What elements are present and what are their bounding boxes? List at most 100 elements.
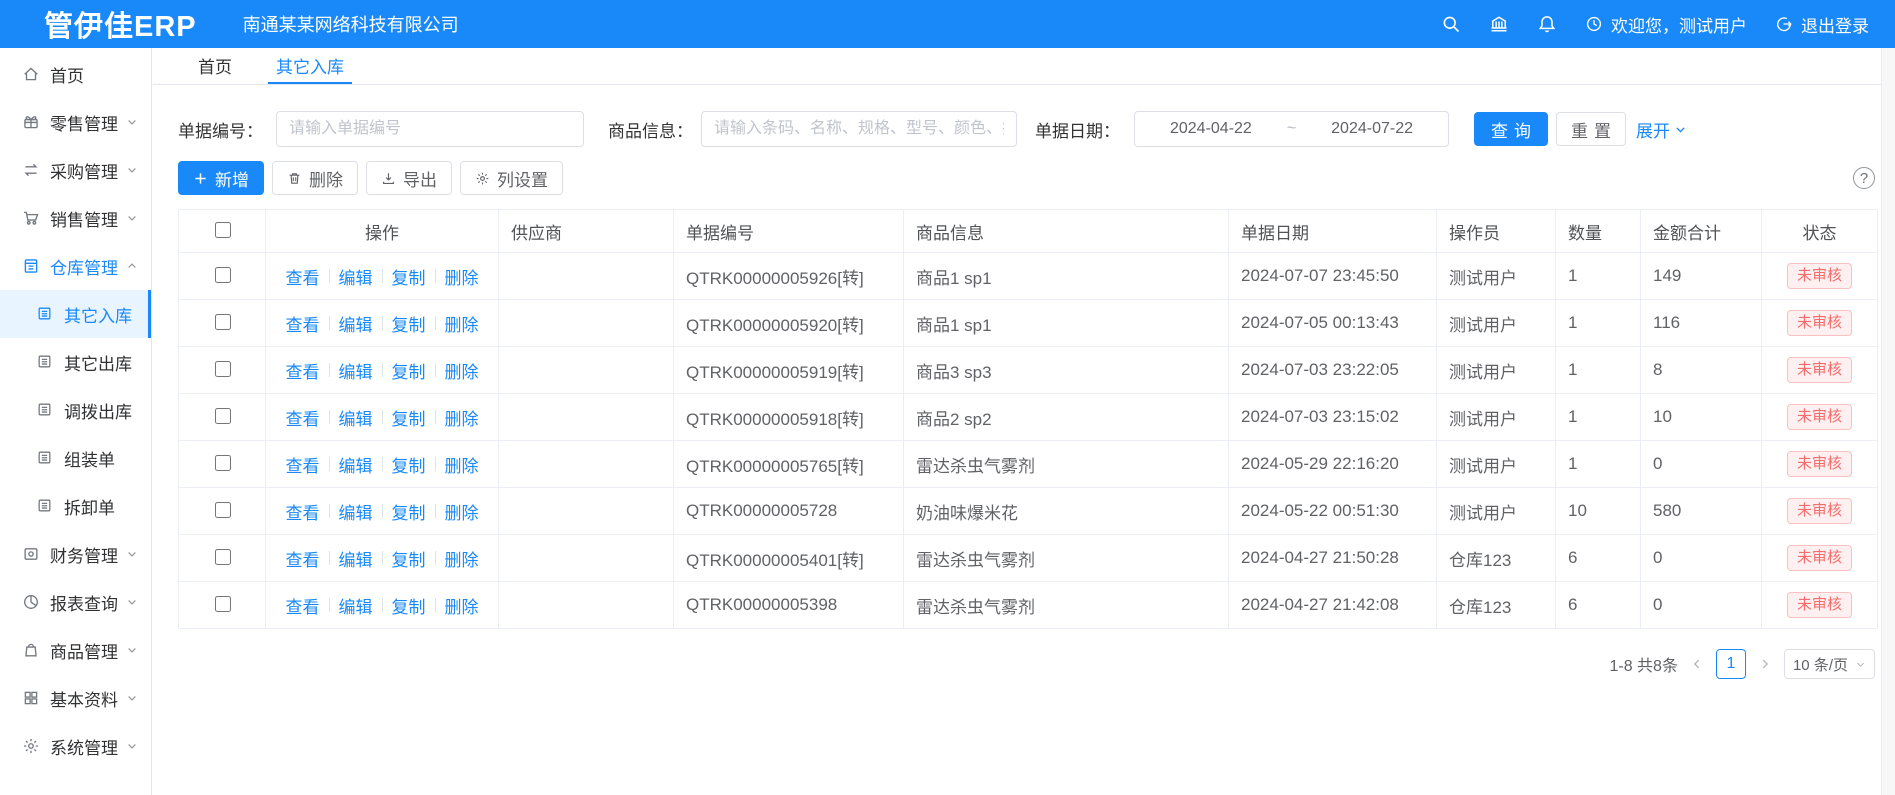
- welcome-user[interactable]: 欢迎您，测试用户: [1585, 12, 1747, 37]
- copy-link[interactable]: 复制: [392, 358, 426, 383]
- reset-button[interactable]: 重置: [1556, 112, 1626, 146]
- search-button[interactable]: 查询: [1474, 112, 1548, 146]
- view-link[interactable]: 查看: [286, 405, 320, 430]
- edit-link[interactable]: 编辑: [339, 546, 373, 571]
- view-link[interactable]: 查看: [286, 499, 320, 524]
- table-row: 查看编辑复制删除 QTRK00000005926[转] 商品1 sp1 2024…: [179, 253, 1878, 300]
- delete-link[interactable]: 删除: [445, 405, 479, 430]
- copy-link[interactable]: 复制: [392, 311, 426, 336]
- date-to[interactable]: 2024-07-22: [1331, 120, 1413, 138]
- view-link[interactable]: 查看: [286, 452, 320, 477]
- delete-link[interactable]: 删除: [445, 593, 479, 618]
- tab-other-inbound[interactable]: 其它入库: [268, 48, 352, 84]
- help-icon[interactable]: ?: [1853, 167, 1875, 189]
- row-checkbox[interactable]: [215, 314, 231, 330]
- row-checkbox[interactable]: [215, 596, 231, 612]
- sidebar-item-transfer-outbound[interactable]: 调拨出库: [0, 386, 151, 434]
- cell-order-no: QTRK00000005919[转]: [674, 347, 904, 394]
- date-from[interactable]: 2024-04-22: [1170, 120, 1252, 138]
- delete-button[interactable]: 删除: [272, 161, 358, 195]
- prev-page-icon[interactable]: [1690, 657, 1704, 671]
- col-header-product: 商品信息: [904, 210, 1229, 253]
- row-checkbox[interactable]: [215, 549, 231, 565]
- search-icon[interactable]: [1441, 14, 1461, 34]
- sidebar-item-assembly[interactable]: 组装单: [0, 434, 151, 482]
- select-all-checkbox[interactable]: [215, 222, 231, 238]
- edit-link[interactable]: 编辑: [339, 593, 373, 618]
- copy-link[interactable]: 复制: [392, 593, 426, 618]
- cell-product: 商品2 sp2: [904, 394, 1229, 441]
- edit-link[interactable]: 编辑: [339, 499, 373, 524]
- sidebar-item-label: 基本资料: [50, 686, 118, 711]
- sidebar-item-sales[interactable]: 销售管理: [0, 194, 151, 242]
- export-button[interactable]: 导出: [366, 161, 452, 195]
- status-badge: 未审核: [1787, 263, 1852, 289]
- sidebar-item-system[interactable]: 系统管理: [0, 722, 151, 770]
- next-page-icon[interactable]: [1758, 657, 1772, 671]
- row-checkbox[interactable]: [215, 267, 231, 283]
- edit-link[interactable]: 编辑: [339, 264, 373, 289]
- delete-link[interactable]: 删除: [445, 452, 479, 477]
- edit-link[interactable]: 编辑: [339, 358, 373, 383]
- row-checkbox[interactable]: [215, 502, 231, 518]
- product-info-input[interactable]: [701, 111, 1017, 147]
- sidebar-item-other-inbound[interactable]: 其它入库: [0, 290, 151, 338]
- sidebar-item-finance[interactable]: 财务管理: [0, 530, 151, 578]
- delete-link[interactable]: 删除: [445, 264, 479, 289]
- cell-operator: 测试用户: [1437, 394, 1556, 441]
- status-badge: 未审核: [1787, 404, 1852, 430]
- row-checkbox[interactable]: [215, 361, 231, 377]
- edit-link[interactable]: 编辑: [339, 452, 373, 477]
- page-number-button[interactable]: 1: [1716, 649, 1746, 679]
- delete-link[interactable]: 删除: [445, 499, 479, 524]
- copy-link[interactable]: 复制: [392, 264, 426, 289]
- copy-link[interactable]: 复制: [392, 546, 426, 571]
- sidebar-item-retail[interactable]: 零售管理: [0, 98, 151, 146]
- tab-home[interactable]: 首页: [190, 48, 240, 84]
- cell-amount: 116: [1641, 300, 1762, 347]
- copy-link[interactable]: 复制: [392, 452, 426, 477]
- cell-qty: 1: [1556, 347, 1641, 394]
- copy-link[interactable]: 复制: [392, 499, 426, 524]
- sidebar-item-purchase[interactable]: 采购管理: [0, 146, 151, 194]
- sidebar-item-reports[interactable]: 报表查询: [0, 578, 151, 626]
- bell-icon[interactable]: [1537, 14, 1557, 34]
- order-no-input[interactable]: [276, 111, 584, 147]
- page-size-select[interactable]: 10 条/页: [1784, 649, 1875, 679]
- sidebar-item-label: 仓库管理: [50, 254, 118, 279]
- copy-link[interactable]: 复制: [392, 405, 426, 430]
- sidebar-item-basic-data[interactable]: 基本资料: [0, 674, 151, 722]
- sidebar-item-warehouse[interactable]: 仓库管理: [0, 242, 151, 290]
- expand-toggle[interactable]: 展开: [1636, 117, 1687, 142]
- cell-order-no: QTRK00000005765[转]: [674, 441, 904, 488]
- page-scrollbar[interactable]: [1881, 48, 1895, 795]
- view-link[interactable]: 查看: [286, 358, 320, 383]
- sidebar-item-other-outbound[interactable]: 其它出库: [0, 338, 151, 386]
- delete-link[interactable]: 删除: [445, 358, 479, 383]
- view-link[interactable]: 查看: [286, 546, 320, 571]
- delete-link[interactable]: 删除: [445, 546, 479, 571]
- add-button[interactable]: 新增: [178, 161, 264, 195]
- edit-link[interactable]: 编辑: [339, 405, 373, 430]
- cell-qty: 1: [1556, 253, 1641, 300]
- data-table: 操作 供应商 单据编号 商品信息 单据日期 操作员 数量 金额合计 状态 查看编…: [178, 209, 1878, 629]
- edit-link[interactable]: 编辑: [339, 311, 373, 336]
- bank-icon[interactable]: [1489, 14, 1509, 34]
- app-logo[interactable]: 管伊佳ERP: [44, 3, 197, 45]
- sidebar-item-goods[interactable]: 商品管理: [0, 626, 151, 674]
- view-link[interactable]: 查看: [286, 311, 320, 336]
- sidebar-item-home[interactable]: 首页: [0, 50, 151, 98]
- row-checkbox[interactable]: [215, 455, 231, 471]
- row-checkbox[interactable]: [215, 408, 231, 424]
- view-link[interactable]: 查看: [286, 264, 320, 289]
- date-range-picker[interactable]: 2024-04-22 ~ 2024-07-22: [1134, 111, 1449, 147]
- column-settings-button[interactable]: 列设置: [460, 161, 563, 195]
- logout-button[interactable]: 退出登录: [1775, 12, 1869, 37]
- cell-operator: 测试用户: [1437, 347, 1556, 394]
- delete-link[interactable]: 删除: [445, 311, 479, 336]
- sidebar-item-disassembly[interactable]: 拆卸单: [0, 482, 151, 530]
- cell-order-no: QTRK00000005926[转]: [674, 253, 904, 300]
- sidebar-item-label: 系统管理: [50, 734, 118, 759]
- view-link[interactable]: 查看: [286, 593, 320, 618]
- cell-product: 奶油味爆米花: [904, 488, 1229, 535]
